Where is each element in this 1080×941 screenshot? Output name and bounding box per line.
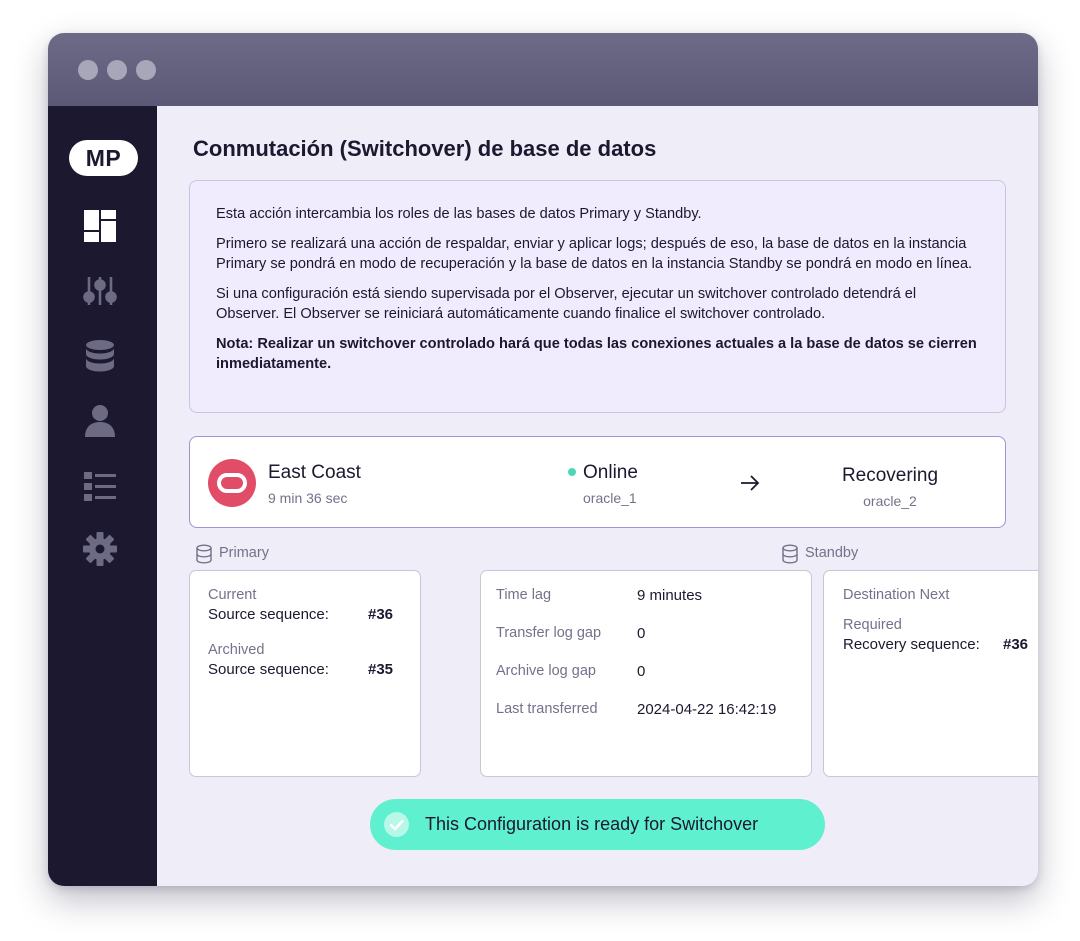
metric-value: 0	[637, 663, 646, 680]
metric-label: Transfer log gap	[496, 625, 602, 641]
app-logo[interactable]: MP	[69, 140, 138, 176]
gear-icon[interactable]	[82, 531, 118, 567]
metrics-card: Time lag 9 minutes Transfer log gap 0 Ar…	[480, 570, 812, 777]
metric-label: Last transferred	[496, 701, 598, 717]
info-paragraph: Si una configuración está siendo supervi…	[216, 286, 917, 322]
switchover-status-card: East Coast 9 min 36 sec Online oracle_1 …	[189, 436, 1006, 528]
window-maximize-dot[interactable]	[136, 60, 156, 80]
archived-label: Archived	[208, 642, 265, 658]
destination-label: Destination Next	[843, 587, 950, 603]
arrow-right-icon	[741, 475, 760, 491]
standby-card: Destination Next Required Recovery seque…	[823, 570, 1038, 777]
current-key: Source sequence:	[208, 606, 329, 623]
primary-host: oracle_1	[583, 490, 637, 506]
info-box: Esta acción intercambia los roles de las…	[189, 180, 1006, 413]
current-sequence-value: #36	[368, 606, 394, 623]
recovering-status-label: Recovering	[841, 465, 939, 486]
window-minimize-dot[interactable]	[107, 60, 127, 80]
page-title: Conmutación (Switchover) de base de dato…	[193, 136, 657, 161]
app-window: MP Conmutación (Switchover) de base de d…	[48, 33, 1038, 886]
database-outline-icon	[196, 544, 212, 564]
primary-section-label: Primary	[195, 544, 315, 564]
list-icon[interactable]	[82, 468, 118, 504]
ready-message: This Configuration is ready for Switchov…	[425, 814, 759, 834]
current-label: Current	[208, 587, 257, 603]
primary-card: Current Source sequence: #36 Archived So…	[189, 570, 421, 777]
info-note: Nota: Realizar un switchover controlado …	[216, 336, 977, 372]
section-title: Primary	[219, 545, 269, 561]
metric-value: 2024-04-22 16:42:19	[637, 701, 777, 718]
user-icon[interactable]	[82, 403, 118, 439]
required-label: Required	[843, 617, 902, 633]
database-outline-icon	[782, 544, 798, 564]
recovery-key: Recovery sequence:	[843, 636, 980, 653]
archived-sequence-value: #35	[368, 661, 394, 678]
info-paragraph: Primero se realizará una acción de respa…	[216, 236, 973, 272]
recovery-sequence-value: #36	[1003, 636, 1029, 653]
metric-label: Time lag	[496, 587, 552, 603]
sidebar: MP	[48, 106, 157, 886]
elapsed-time: 9 min 36 sec	[268, 490, 348, 506]
section-title: Standby	[805, 545, 859, 561]
oracle-logo-icon	[208, 459, 256, 507]
database-icon[interactable]	[82, 338, 118, 374]
standby-host: oracle_2	[863, 493, 917, 509]
info-paragraph: Esta acción intercambia los roles de las…	[216, 206, 702, 222]
check-circle-icon	[384, 812, 409, 837]
metric-value: 9 minutes	[637, 587, 703, 604]
sliders-icon[interactable]	[82, 273, 118, 309]
metric-label: Archive log gap	[496, 663, 596, 679]
standby-section-label: Standby	[781, 544, 901, 564]
online-status-dot	[568, 468, 576, 476]
title-bar	[48, 33, 1038, 106]
switchover-ready-banner[interactable]: This Configuration is ready for Switchov…	[370, 799, 825, 850]
window-close-dot[interactable]	[78, 60, 98, 80]
metric-value: 0	[637, 625, 646, 642]
dashboard-icon[interactable]	[82, 208, 118, 244]
online-status-label: Online	[583, 462, 638, 483]
main-content: Conmutación (Switchover) de base de dato…	[157, 106, 1038, 886]
archived-key: Source sequence:	[208, 661, 329, 678]
site-name: East Coast	[268, 462, 361, 483]
